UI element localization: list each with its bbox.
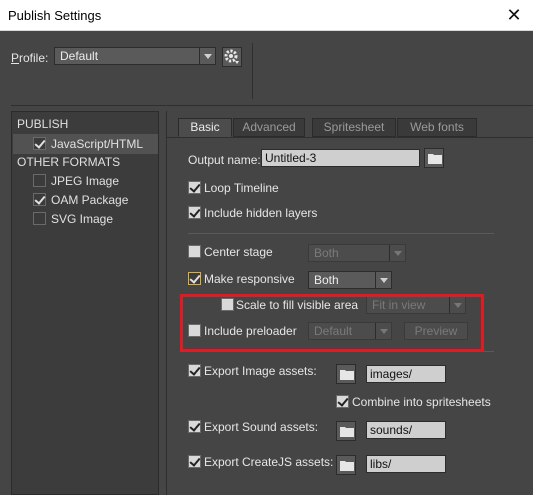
javascript-html-label[interactable]: JavaScript/HTML (51, 137, 143, 151)
chevron-down-icon (375, 272, 391, 288)
loop-timeline-checkbox[interactable] (188, 181, 201, 194)
tab-spritesheet[interactable]: Spritesheet (312, 118, 396, 137)
export-image-checkbox[interactable] (188, 364, 201, 377)
output-name-label: Output name: (188, 153, 261, 167)
chevron-down-icon (389, 245, 405, 261)
profile-dropdown[interactable]: Default (54, 47, 216, 65)
export-createjs-checkbox[interactable] (188, 455, 201, 468)
profile-value: Default (60, 49, 99, 63)
profile-divider (252, 43, 253, 99)
folder-icon[interactable] (336, 364, 356, 384)
profile-label: Profile: (11, 51, 49, 65)
combine-spritesheets-checkbox[interactable] (336, 395, 349, 408)
window-title: Publish Settings (8, 8, 102, 23)
tab-baseline (166, 137, 533, 138)
export-sound-path[interactable]: sounds/ (366, 421, 446, 439)
export-sound-checkbox[interactable] (188, 420, 201, 433)
tab-basic[interactable]: Basic (178, 118, 232, 137)
center-stage-dropdown[interactable]: Both (308, 244, 406, 262)
oam-package-label[interactable]: OAM Package (51, 193, 128, 207)
section-divider-1 (188, 233, 494, 234)
title-bar: Publish Settings ✕ (0, 0, 533, 31)
oam-package-checkbox[interactable] (33, 193, 46, 206)
make-responsive-value: Both (314, 273, 339, 287)
svg-image-label[interactable]: SVG Image (51, 212, 113, 226)
output-name-input[interactable]: Untitled-3 (261, 149, 420, 167)
close-icon[interactable]: ✕ (503, 4, 525, 26)
export-image-label[interactable]: Export Image assets: (204, 364, 317, 378)
include-hidden-layers-checkbox[interactable] (188, 206, 201, 219)
top-divider (11, 105, 533, 106)
publish-settings-dialog: Profile: Default PUBLISH JavaScript/HTML… (0, 31, 533, 495)
chevron-down-icon (199, 48, 215, 64)
format-list-panel: PUBLISH JavaScript/HTML OTHER FORMATS JP… (11, 111, 159, 495)
combine-spritesheets-label[interactable]: Combine into spritesheets (352, 395, 491, 409)
jpeg-image-checkbox[interactable] (33, 174, 46, 187)
gear-icon[interactable] (222, 47, 242, 67)
tab-advanced[interactable]: Advanced (233, 118, 305, 137)
folder-icon[interactable] (336, 455, 356, 475)
make-responsive-label[interactable]: Make responsive (204, 272, 295, 286)
export-createjs-label[interactable]: Export CreateJS assets: (204, 455, 333, 469)
folder-icon[interactable] (424, 148, 444, 168)
export-createjs-path[interactable]: libs/ (366, 455, 446, 473)
content-left-border (166, 111, 167, 495)
loop-timeline-label[interactable]: Loop Timeline (204, 181, 279, 195)
highlight-box (180, 294, 484, 352)
javascript-html-checkbox[interactable] (33, 137, 46, 150)
center-stage-checkbox[interactable] (188, 245, 201, 258)
jpeg-image-label[interactable]: JPEG Image (51, 174, 119, 188)
make-responsive-dropdown[interactable]: Both (308, 271, 392, 289)
svg-image-checkbox[interactable] (33, 212, 46, 225)
export-sound-label[interactable]: Export Sound assets: (204, 420, 318, 434)
other-formats-heading: OTHER FORMATS (17, 155, 121, 169)
include-hidden-layers-label[interactable]: Include hidden layers (204, 206, 317, 220)
publish-heading: PUBLISH (17, 117, 69, 131)
export-image-path[interactable]: images/ (366, 365, 446, 383)
center-stage-value: Both (314, 246, 339, 260)
make-responsive-checkbox[interactable] (188, 272, 201, 285)
center-stage-label[interactable]: Center stage (204, 245, 273, 259)
tab-web-fonts[interactable]: Web fonts (397, 118, 477, 137)
folder-icon[interactable] (336, 421, 356, 441)
